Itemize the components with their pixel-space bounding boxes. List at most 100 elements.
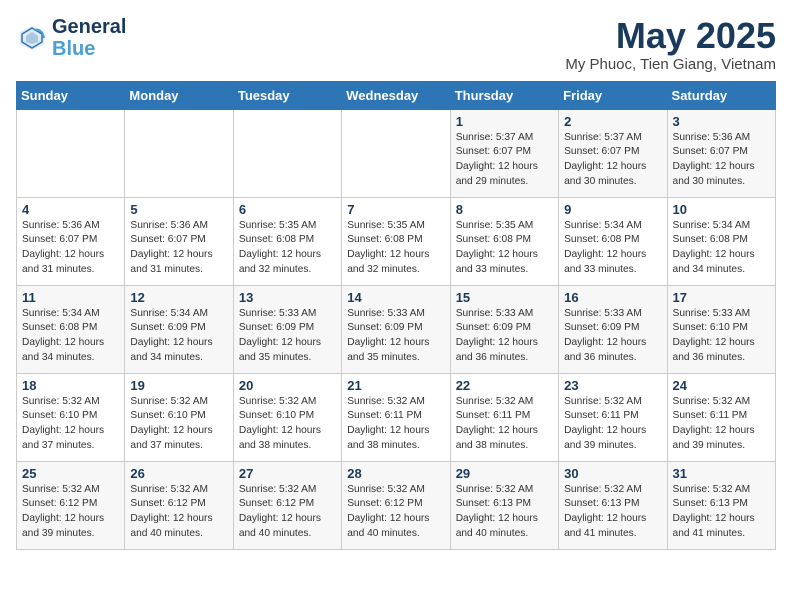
calendar-table: SundayMondayTuesdayWednesdayThursdayFrid…	[16, 81, 776, 550]
title-block: May 2025 My Phuoc, Tien Giang, Vietnam	[565, 16, 776, 73]
day-info: Sunrise: 5:32 AM Sunset: 6:13 PM Dayligh…	[564, 483, 661, 542]
weekday-header: Friday	[559, 81, 667, 109]
day-number: 23	[564, 378, 661, 393]
day-number: 19	[130, 378, 227, 393]
day-info: Sunrise: 5:33 AM Sunset: 6:10 PM Dayligh…	[673, 307, 770, 366]
day-number: 30	[564, 466, 661, 481]
day-info: Sunrise: 5:34 AM Sunset: 6:08 PM Dayligh…	[564, 219, 661, 278]
day-number: 17	[673, 290, 770, 305]
day-number: 21	[347, 378, 444, 393]
day-number: 27	[239, 466, 336, 481]
day-number: 18	[22, 378, 119, 393]
day-info: Sunrise: 5:36 AM Sunset: 6:07 PM Dayligh…	[130, 219, 227, 278]
weekday-header: Wednesday	[342, 81, 450, 109]
logo-text: General Blue	[52, 16, 126, 60]
weekday-header: Sunday	[17, 81, 125, 109]
calendar-cell: 8Sunrise: 5:35 AM Sunset: 6:08 PM Daylig…	[450, 197, 558, 285]
calendar-cell: 13Sunrise: 5:33 AM Sunset: 6:09 PM Dayli…	[233, 285, 341, 373]
day-info: Sunrise: 5:32 AM Sunset: 6:12 PM Dayligh…	[130, 483, 227, 542]
day-info: Sunrise: 5:34 AM Sunset: 6:08 PM Dayligh…	[22, 307, 119, 366]
calendar-week-row: 11 Sunrise: 5:34 AM Sunset: 6:08 PM Dayli…	[17, 285, 776, 373]
day-info: Sunrise: 5:34 AM Sunset: 6:09 PM Dayligh…	[130, 307, 227, 366]
weekday-header: Tuesday	[233, 81, 341, 109]
day-info: Sunrise: 5:32 AM Sunset: 6:11 PM Dayligh…	[564, 395, 661, 454]
calendar-cell: 16 Sunrise: 5:33 AM Sunset: 6:09 PM Dayli…	[559, 285, 667, 373]
day-number: 24	[673, 378, 770, 393]
day-number: 31	[673, 466, 770, 481]
day-number: 1	[456, 114, 553, 129]
calendar-cell: 27 Sunrise: 5:32 AM Sunset: 6:12 PM Dayli…	[233, 461, 341, 549]
calendar-cell: 28 Sunrise: 5:32 AM Sunset: 6:12 PM Dayli…	[342, 461, 450, 549]
calendar-cell: 24 Sunrise: 5:32 AM Sunset: 6:11 PM Dayli…	[667, 373, 775, 461]
day-number: 22	[456, 378, 553, 393]
day-number: 9	[564, 202, 661, 217]
month-title: May 2025	[565, 16, 776, 56]
day-info: Sunrise: 5:32 AM Sunset: 6:12 PM Dayligh…	[347, 483, 444, 542]
day-info: Sunrise: 5:36 AM Sunset: 6:07 PM Dayligh…	[673, 131, 770, 190]
day-info: Sunrise: 5:32 AM Sunset: 6:12 PM Dayligh…	[239, 483, 336, 542]
day-number: 12	[130, 290, 227, 305]
day-info: Sunrise: 5:37 AM Sunset: 6:07 PM Dayligh…	[456, 131, 553, 190]
day-number: 26	[130, 466, 227, 481]
day-number: 16	[564, 290, 661, 305]
weekday-header: Monday	[125, 81, 233, 109]
calendar-cell: 10 Sunrise: 5:34 AM Sunset: 6:08 PM Dayli…	[667, 197, 775, 285]
calendar-cell: 5 Sunrise: 5:36 AM Sunset: 6:07 PM Daylig…	[125, 197, 233, 285]
day-number: 29	[456, 466, 553, 481]
day-info: Sunrise: 5:32 AM Sunset: 6:10 PM Dayligh…	[239, 395, 336, 454]
day-number: 3	[673, 114, 770, 129]
day-info: Sunrise: 5:32 AM Sunset: 6:11 PM Dayligh…	[673, 395, 770, 454]
calendar-cell: 18 Sunrise: 5:32 AM Sunset: 6:10 PM Dayli…	[17, 373, 125, 461]
calendar-cell: 9 Sunrise: 5:34 AM Sunset: 6:08 PM Daylig…	[559, 197, 667, 285]
day-info: Sunrise: 5:33 AM Sunset: 6:09 PM Dayligh…	[347, 307, 444, 366]
calendar-cell: 23 Sunrise: 5:32 AM Sunset: 6:11 PM Dayli…	[559, 373, 667, 461]
day-info: Sunrise: 5:35 AM Sunset: 6:08 PM Dayligh…	[456, 219, 553, 278]
calendar-cell: 15 Sunrise: 5:33 AM Sunset: 6:09 PM Dayli…	[450, 285, 558, 373]
calendar-cell: 26 Sunrise: 5:32 AM Sunset: 6:12 PM Dayli…	[125, 461, 233, 549]
calendar-week-row: 1 Sunrise: 5:37 AM Sunset: 6:07 PM Daylig…	[17, 109, 776, 197]
day-info: Sunrise: 5:32 AM Sunset: 6:10 PM Dayligh…	[22, 395, 119, 454]
page-header: General Blue May 2025 My Phuoc, Tien Gia…	[16, 16, 776, 73]
calendar-cell: 12 Sunrise: 5:34 AM Sunset: 6:09 PM Dayli…	[125, 285, 233, 373]
day-info: Sunrise: 5:33 AM Sunset: 6:09 PM Dayligh…	[456, 307, 553, 366]
calendar-cell	[233, 109, 341, 197]
day-number: 6	[239, 202, 336, 217]
day-number: 5	[130, 202, 227, 217]
calendar-cell	[125, 109, 233, 197]
day-info: Sunrise: 5:33 AM Sunset: 6:09 PM Dayligh…	[564, 307, 661, 366]
day-number: 11	[22, 290, 119, 305]
calendar-cell: 7Sunrise: 5:35 AM Sunset: 6:08 PM Daylig…	[342, 197, 450, 285]
day-number: 10	[673, 202, 770, 217]
calendar-cell: 4Sunrise: 5:36 AM Sunset: 6:07 PM Daylig…	[17, 197, 125, 285]
calendar-cell: 14 Sunrise: 5:33 AM Sunset: 6:09 PM Dayli…	[342, 285, 450, 373]
calendar-cell: 25 Sunrise: 5:32 AM Sunset: 6:12 PM Dayli…	[17, 461, 125, 549]
calendar-cell	[342, 109, 450, 197]
calendar-week-row: 18 Sunrise: 5:32 AM Sunset: 6:10 PM Dayli…	[17, 373, 776, 461]
day-info: Sunrise: 5:37 AM Sunset: 6:07 PM Dayligh…	[564, 131, 661, 190]
calendar-cell: 11 Sunrise: 5:34 AM Sunset: 6:08 PM Dayli…	[17, 285, 125, 373]
location-subtitle: My Phuoc, Tien Giang, Vietnam	[565, 56, 776, 73]
logo-icon	[16, 22, 48, 54]
calendar-cell: 6Sunrise: 5:35 AM Sunset: 6:08 PM Daylig…	[233, 197, 341, 285]
calendar-cell: 21Sunrise: 5:32 AM Sunset: 6:11 PM Dayli…	[342, 373, 450, 461]
calendar-cell: 30 Sunrise: 5:32 AM Sunset: 6:13 PM Dayli…	[559, 461, 667, 549]
calendar-week-row: 4 Sunrise: 5:36 AM Sunset: 6:07 PM Daylig…	[17, 197, 776, 285]
day-number: 28	[347, 466, 444, 481]
day-number: 13	[239, 290, 336, 305]
day-number: 2	[564, 114, 661, 129]
calendar-cell: 17 Sunrise: 5:33 AM Sunset: 6:10 PM Dayli…	[667, 285, 775, 373]
day-number: 7	[347, 202, 444, 217]
calendar-cell: 2 Sunrise: 5:37 AM Sunset: 6:07 PM Daylig…	[559, 109, 667, 197]
calendar-cell: 29Sunrise: 5:32 AM Sunset: 6:13 PM Dayli…	[450, 461, 558, 549]
day-number: 25	[22, 466, 119, 481]
day-number: 4	[22, 202, 119, 217]
calendar-header: SundayMondayTuesdayWednesdayThursdayFrid…	[17, 81, 776, 109]
weekday-header: Saturday	[667, 81, 775, 109]
day-number: 14	[347, 290, 444, 305]
calendar-cell	[17, 109, 125, 197]
day-info: Sunrise: 5:32 AM Sunset: 6:12 PM Dayligh…	[22, 483, 119, 542]
day-info: Sunrise: 5:32 AM Sunset: 6:10 PM Dayligh…	[130, 395, 227, 454]
day-number: 20	[239, 378, 336, 393]
day-number: 15	[456, 290, 553, 305]
day-info: Sunrise: 5:34 AM Sunset: 6:08 PM Dayligh…	[673, 219, 770, 278]
